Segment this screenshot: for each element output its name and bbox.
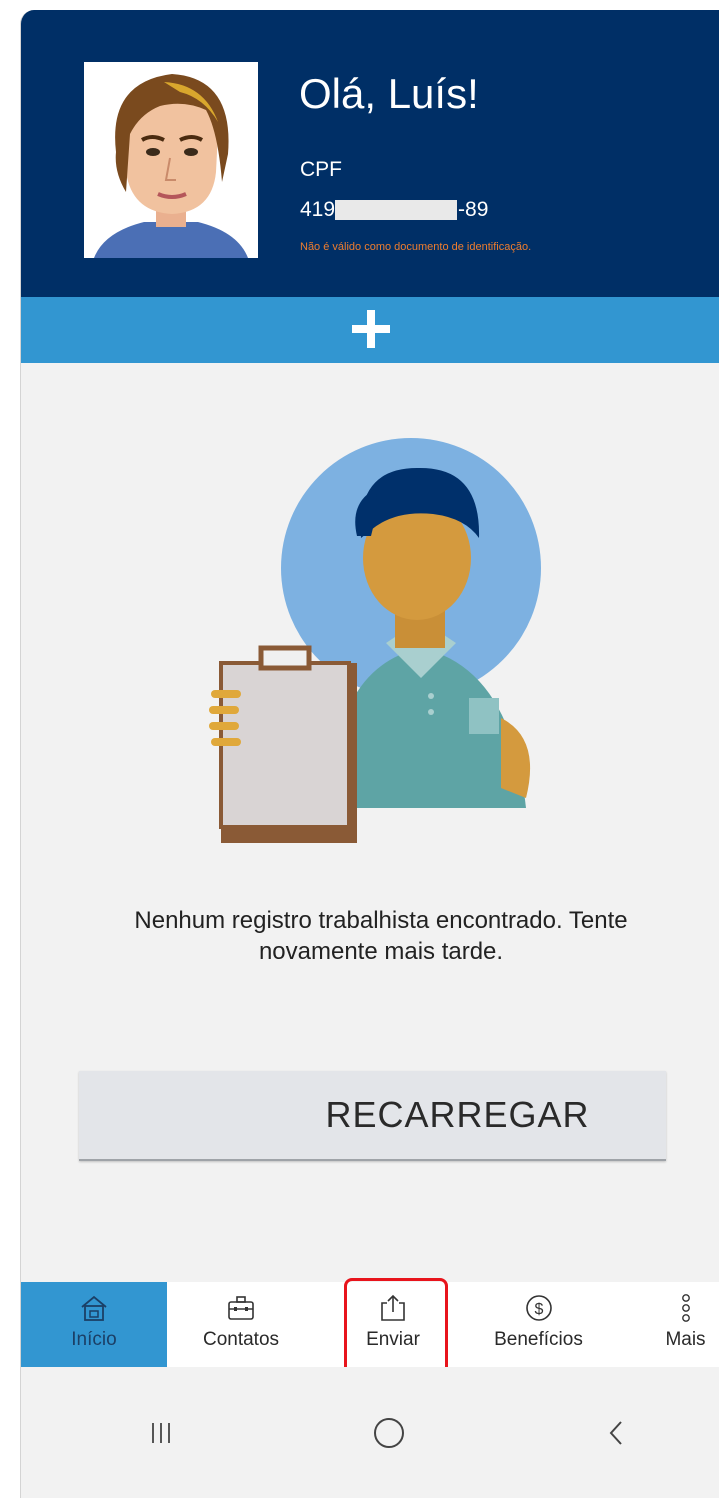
nav-label: Contatos [202, 1329, 280, 1350]
nav-item-beneficios[interactable]: $ Benefícios [471, 1282, 606, 1367]
home-button[interactable] [349, 1367, 429, 1498]
worker-illustration [209, 438, 541, 843]
nav-item-mais[interactable]: Mais [651, 1282, 719, 1367]
back-icon [609, 1420, 622, 1445]
reload-button[interactable]: RECARREGAR [79, 1071, 666, 1161]
cpf-value: 419 -89 [300, 198, 488, 222]
system-navigation-bar [21, 1367, 719, 1498]
share-upload-icon [381, 1294, 405, 1321]
nav-item-inicio[interactable]: Início [21, 1282, 167, 1367]
greeting-title: Olá, Luís! [299, 70, 479, 117]
reload-button-label: RECARREGAR [325, 1094, 590, 1135]
briefcase-icon [228, 1296, 254, 1320]
recent-apps-button[interactable] [121, 1367, 201, 1498]
bottom-navigation: Início Contatos Enviar $ Benefícios Mais [21, 1282, 719, 1367]
home-circle-icon [374, 1417, 404, 1448]
recent-apps-icon [152, 1422, 170, 1443]
nav-item-enviar[interactable]: Enviar [343, 1282, 443, 1367]
profile-header: Olá, Luís! CPF 419 -89 Não é válido como… [21, 10, 719, 297]
user-avatar [84, 62, 258, 258]
cpf-label: CPF [300, 158, 342, 181]
cpf-redaction-mask [335, 200, 458, 220]
nav-item-contatos[interactable]: Contatos [171, 1282, 311, 1367]
dollar-icon: $ [525, 1295, 552, 1321]
id-disclaimer: Não é válido como documento de identific… [300, 241, 532, 253]
empty-state-message: Nenhum registro trabalhista encontrado. … [134, 907, 628, 965]
plus-icon[interactable] [350, 308, 392, 350]
svg-text:$: $ [534, 1301, 543, 1318]
app-screen: Olá, Luís! CPF 419 -89 Não é válido como… [20, 10, 719, 1498]
nav-label: Enviar [366, 1329, 420, 1350]
nav-label: Início [71, 1329, 117, 1350]
cpf-prefix: 419 [300, 198, 336, 221]
more-dots-icon [681, 1294, 690, 1322]
back-button[interactable] [576, 1367, 656, 1498]
home-icon [81, 1295, 107, 1321]
nav-label: Benefícios [494, 1329, 583, 1350]
cpf-suffix: -89 [458, 198, 489, 221]
expand-bar[interactable] [21, 297, 719, 363]
nav-label: Mais [665, 1329, 706, 1350]
